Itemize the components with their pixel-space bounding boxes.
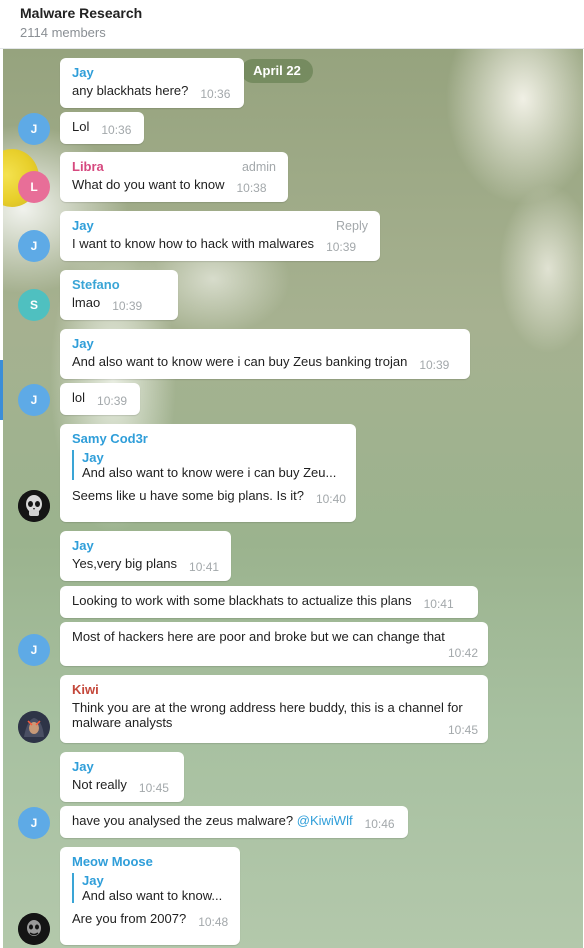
message-text: have you analysed the zeus malware? <box>72 813 294 828</box>
avatar[interactable] <box>18 711 50 743</box>
message-text: Yes,very big plans <box>72 556 178 571</box>
avatar[interactable]: L <box>18 171 50 203</box>
message-time: 10:38 <box>236 181 267 195</box>
message-list[interactable]: April 22 Jay any blackhats here? 10:36 J … <box>3 49 583 948</box>
message-bubble[interactable]: have you analysed the zeus malware? @Kiw… <box>60 806 408 838</box>
message-text: I want to know how to hack with malwares <box>72 236 315 251</box>
message-time: 10:45 <box>138 781 169 795</box>
message-bubble[interactable]: Jay any blackhats here? 10:36 <box>60 58 244 108</box>
sender-name[interactable]: Stefano <box>72 277 168 292</box>
sender-name[interactable]: Samy Cod3r <box>72 431 346 446</box>
message-text: Lol <box>72 119 90 134</box>
message-bubble[interactable]: Samy Cod3r Jay And also want to know wer… <box>60 424 356 522</box>
avatar[interactable]: J <box>18 807 50 839</box>
message-time: 10:41 <box>423 597 454 611</box>
date-separator: April 22 <box>241 59 313 83</box>
quoted-text: And also want to know... <box>82 888 223 903</box>
message-bubble[interactable]: Jay And also want to know were i can buy… <box>60 329 470 379</box>
quoted-sender: Jay <box>82 873 104 888</box>
message-bubble[interactable]: Looking to work with some blackhats to a… <box>60 586 478 618</box>
message-text-continued: malware analysts <box>72 715 173 730</box>
message-bubble[interactable]: Kiwi Think you are at the wrong address … <box>60 675 488 743</box>
message-time: 10:45 <box>447 723 478 737</box>
message-bubble[interactable]: Most of hackers here are poor and broke … <box>60 622 488 666</box>
message-time: 10:39 <box>97 394 128 408</box>
message-time: 10:36 <box>200 87 231 101</box>
admin-badge: admin <box>241 160 276 174</box>
message-time: 10:48 <box>198 915 229 929</box>
message-bubble[interactable]: Jay Reply I want to know how to hack wit… <box>60 211 380 261</box>
message-text: Are you from 2007? <box>72 911 187 926</box>
quoted-text: And also want to know were i can buy Zeu… <box>82 465 337 480</box>
avatar[interactable]: J <box>18 634 50 666</box>
message-time: 10:41 <box>189 560 220 574</box>
message-time: 10:46 <box>364 817 395 831</box>
message-bubble[interactable]: Libra admin What do you want to know 10:3… <box>60 152 288 202</box>
message-bubble[interactable]: Stefano lmao 10:39 <box>60 270 178 320</box>
message-text: lol <box>72 390 86 405</box>
sender-name[interactable]: Jay <box>72 336 460 351</box>
message-text: Seems like u have some big plans. Is it? <box>72 488 304 503</box>
message-bubble[interactable]: Jay Yes,very big plans 10:41 <box>60 531 231 581</box>
message-text: any blackhats here? <box>72 83 189 98</box>
sender-name[interactable]: Jay <box>72 538 221 553</box>
message-time: 10:42 <box>447 646 478 660</box>
message-time: 10:39 <box>326 240 357 254</box>
sender-name[interactable]: Jay <box>72 65 234 80</box>
sender-name[interactable]: Jay <box>72 759 174 774</box>
avatar[interactable] <box>18 490 50 522</box>
member-count: 2114 members <box>20 25 106 40</box>
message-time: 10:39 <box>419 358 450 372</box>
avatar[interactable]: S <box>18 289 50 321</box>
sender-name[interactable]: Meow Moose <box>72 854 230 869</box>
reply-quote[interactable]: Jay And also want to know... <box>72 873 230 903</box>
hooded-figure-avatar-icon <box>18 711 50 743</box>
avatar[interactable]: J <box>18 384 50 416</box>
message-bubble[interactable]: Lol 10:36 <box>60 112 144 144</box>
message-time: 10:40 <box>315 492 346 506</box>
message-bubble[interactable]: Jay Not really 10:45 <box>60 752 184 802</box>
sender-name[interactable]: Kiwi <box>72 682 478 697</box>
quoted-sender: Jay <box>82 450 104 465</box>
reply-quote[interactable]: Jay And also want to know were i can buy… <box>72 450 346 480</box>
message-text: And also want to know were i can buy Zeu… <box>72 354 408 369</box>
message-bubble[interactable]: Meow Moose Jay And also want to know... … <box>60 847 240 945</box>
message-text: What do you want to know <box>72 177 225 192</box>
message-bubble[interactable]: lol 10:39 <box>60 383 140 415</box>
message-time: 10:36 <box>101 123 132 137</box>
skull-avatar-icon <box>18 490 50 522</box>
avatar[interactable]: J <box>18 230 50 262</box>
message-text: Most of hackers here are poor and broke … <box>72 629 445 644</box>
chat-header[interactable]: Malware Research 2114 members <box>0 0 584 49</box>
chat-title: Malware Research <box>20 5 143 21</box>
message-text: Looking to work with some blackhats to a… <box>72 593 412 608</box>
message-text: Think you are at the wrong address here … <box>72 700 463 715</box>
avatar[interactable] <box>18 913 50 945</box>
reply-button[interactable]: Reply <box>336 219 368 233</box>
message-text: lmao <box>72 295 101 310</box>
avatar[interactable]: J <box>18 113 50 145</box>
user-mention-link[interactable]: @KiwiWlf <box>297 813 353 828</box>
message-text: Not really <box>72 777 127 792</box>
message-time: 10:39 <box>112 299 143 313</box>
dark-mask-avatar-icon <box>18 913 50 945</box>
sender-name[interactable]: Jay <box>72 218 370 233</box>
active-indicator <box>0 360 3 420</box>
